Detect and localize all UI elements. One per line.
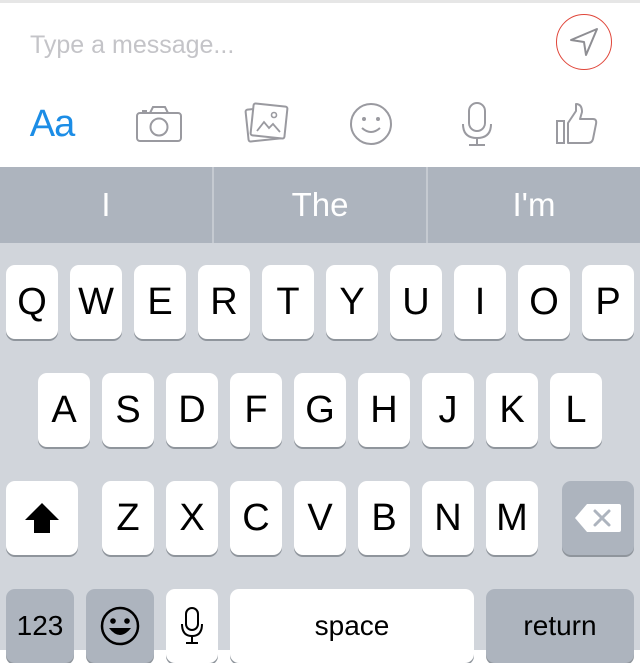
key-n[interactable]: N — [422, 481, 474, 555]
shift-icon — [25, 503, 59, 533]
text-format-button[interactable]: Aa — [22, 98, 82, 150]
key-u[interactable]: U — [390, 265, 442, 339]
key-m[interactable]: M — [486, 481, 538, 555]
space-key[interactable]: space — [230, 589, 474, 663]
dictation-mic-icon — [181, 607, 203, 644]
thumbs-up-icon — [556, 103, 598, 144]
camera-icon — [136, 106, 182, 142]
key-o[interactable]: O — [518, 265, 570, 339]
emoji-key[interactable] — [86, 589, 154, 663]
key-s[interactable]: S — [102, 373, 154, 447]
key-j[interactable]: J — [422, 373, 474, 447]
key-q[interactable]: Q — [6, 265, 58, 339]
suggestion-1[interactable]: I — [0, 167, 212, 243]
composer-divider — [0, 0, 640, 3]
suggestion-2[interactable]: The — [214, 167, 426, 243]
key-c[interactable]: C — [230, 481, 282, 555]
smiley-icon — [350, 103, 392, 145]
numbers-key[interactable]: 123 — [6, 589, 74, 663]
key-x[interactable]: X — [166, 481, 218, 555]
key-r[interactable]: R — [198, 265, 250, 339]
photos-icon — [244, 102, 289, 143]
predictive-text-bar: I The I'm — [0, 167, 640, 243]
return-key[interactable]: return — [486, 589, 634, 663]
keyboard: Q W E R T Y U I O P A S D F G H J K L Z … — [0, 243, 640, 663]
return-key-label: return — [523, 610, 597, 641]
key-v[interactable]: V — [294, 481, 346, 555]
dictation-key[interactable] — [166, 589, 218, 663]
key-i[interactable]: I — [454, 265, 506, 339]
suggestion-3[interactable]: I'm — [428, 167, 640, 243]
key-y[interactable]: Y — [326, 265, 378, 339]
text-format-label: Aa — [29, 102, 75, 145]
key-e[interactable]: E — [134, 265, 186, 339]
like-button[interactable] — [547, 98, 607, 150]
send-button[interactable] — [556, 14, 612, 70]
key-g[interactable]: G — [294, 373, 346, 447]
key-w[interactable]: W — [70, 265, 122, 339]
sticker-button[interactable] — [341, 98, 401, 150]
shift-key[interactable] — [6, 481, 78, 555]
key-t[interactable]: T — [262, 265, 314, 339]
key-d[interactable]: D — [166, 373, 218, 447]
key-z[interactable]: Z — [102, 481, 154, 555]
voice-clip-button[interactable] — [447, 98, 507, 150]
space-key-label: space — [314, 610, 390, 641]
key-b[interactable]: B — [358, 481, 410, 555]
backspace-icon — [575, 504, 621, 532]
numbers-key-label: 123 — [16, 610, 64, 641]
key-h[interactable]: H — [358, 373, 410, 447]
photos-button[interactable] — [236, 98, 296, 150]
key-l[interactable]: L — [550, 373, 602, 447]
emoji-icon — [100, 606, 140, 646]
backspace-key[interactable] — [562, 481, 634, 555]
send-arrow-icon — [570, 28, 598, 56]
key-k[interactable]: K — [486, 373, 538, 447]
message-composer: Aa — [0, 0, 640, 167]
key-a[interactable]: A — [38, 373, 90, 447]
key-p[interactable]: P — [582, 265, 634, 339]
message-input[interactable] — [30, 26, 530, 64]
key-f[interactable]: F — [230, 373, 282, 447]
microphone-icon — [462, 102, 492, 146]
camera-button[interactable] — [129, 98, 189, 150]
